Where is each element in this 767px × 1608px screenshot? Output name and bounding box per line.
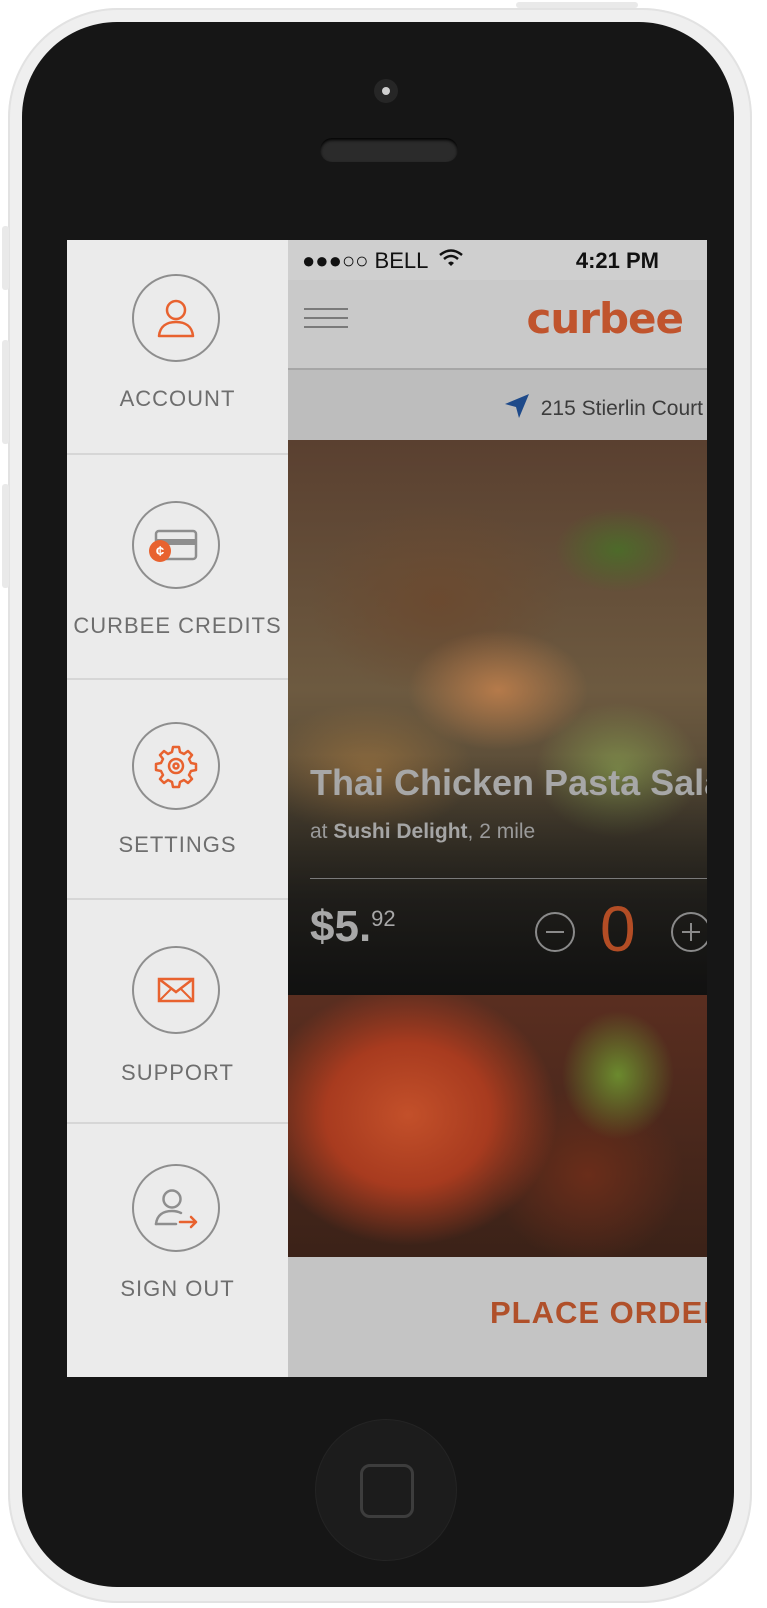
hamburger-menu-icon[interactable] (304, 308, 348, 330)
place-order-button[interactable]: PLACE ORDEF (490, 1295, 707, 1331)
menu-item-support[interactable]: SUPPORT (67, 900, 288, 1125)
sign-out-icon (132, 1164, 220, 1252)
menu-label-sign-out: SIGN OUT (120, 1276, 235, 1301)
svg-text:¢: ¢ (156, 543, 164, 560)
card-divider (310, 878, 707, 879)
envelope-icon (132, 946, 220, 1034)
home-square-icon (360, 1464, 414, 1518)
menu-label-account: ACCOUNT (119, 386, 236, 411)
app-screen: ACCOUNT ¢ CURBEE CREDITS SETTINGS SUPPOR… (67, 240, 707, 1377)
dish-title: Thai Chicken Pasta Sala (310, 762, 707, 803)
home-button[interactable] (316, 1420, 456, 1560)
earpiece-speaker (320, 138, 458, 162)
mute-switch (2, 226, 9, 290)
dish-restaurant-line: at Sushi Delight, 2 mile (310, 820, 535, 844)
nav-bar: curbee (288, 280, 707, 370)
at-text: at (310, 820, 328, 843)
address-display: 215 Stierlin Court (503, 392, 703, 426)
curbee-logo: curbee (526, 294, 684, 343)
food-card-thai-chicken-pasta[interactable]: Thai Chicken Pasta Sala at Sushi Delight… (288, 440, 707, 995)
distance-text: , 2 mile (467, 820, 536, 843)
quantity-value: 0 (600, 893, 636, 965)
increase-quantity-button[interactable] (671, 912, 707, 952)
status-bar: ●●●○○ BELL 4:21 PM (288, 240, 707, 280)
location-arrow-icon (503, 392, 531, 426)
menu-item-sign-out[interactable]: SIGN OUT (67, 1124, 288, 1377)
menu-label-curbee-credits: CURBEE CREDITS (73, 613, 282, 638)
status-time: 4:21 PM (575, 248, 659, 273)
credit-card-icon: ¢ (132, 501, 220, 589)
location-bar[interactable]: 215 Stierlin Court (288, 370, 707, 440)
menu-item-curbee-credits[interactable]: ¢ CURBEE CREDITS (67, 455, 288, 680)
decrease-quantity-button[interactable] (535, 912, 575, 952)
menu-item-account[interactable]: ACCOUNT (67, 240, 288, 460)
price-cents: 92 (371, 906, 396, 931)
front-camera (374, 79, 398, 103)
volume-up-button (2, 340, 9, 444)
price-dollars: $5. (310, 902, 372, 951)
menu-item-settings[interactable]: SETTINGS (67, 680, 288, 900)
volume-down-button (2, 484, 9, 588)
menu-label-support: SUPPORT (121, 1060, 234, 1085)
gear-icon (132, 722, 220, 810)
dish-price: $5.92 (310, 902, 396, 952)
wifi-icon (438, 248, 464, 274)
menu-label-settings: SETTINGS (118, 832, 237, 857)
order-bar: PLACE ORDEF (288, 1257, 707, 1377)
side-drawer: ACCOUNT ¢ CURBEE CREDITS SETTINGS SUPPOR… (67, 240, 289, 1377)
food-card-photo[interactable] (288, 995, 707, 1257)
user-icon (132, 274, 220, 362)
address-text: 215 Stierlin Court (540, 397, 703, 420)
restaurant-name: Sushi Delight (333, 820, 468, 843)
carrier-signal: ●●●○○ BELL (302, 248, 429, 273)
main-content: ●●●○○ BELL 4:21 PM curbee 215 Stierlin C… (288, 240, 707, 1377)
power-button (516, 2, 638, 8)
